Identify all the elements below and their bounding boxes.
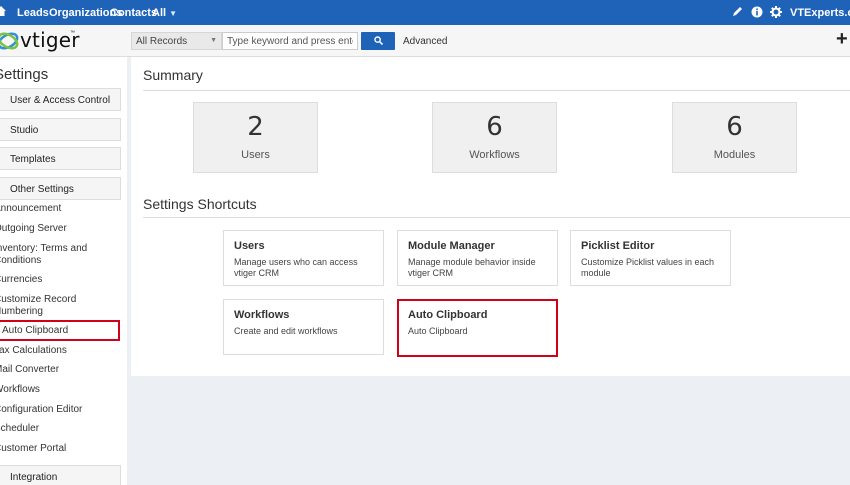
shortcut-title: Auto Clipboard: [408, 309, 488, 321]
stat-card-users[interactable]: 2 Users: [193, 102, 318, 173]
sidebar-item-announcement[interactable]: Announcement: [0, 203, 118, 215]
sidebar-item-outgoing-server[interactable]: Outgoing Server: [0, 223, 118, 235]
sidebar-section-other-settings[interactable]: Other Settings: [0, 177, 121, 200]
shortcut-title: Workflows: [234, 309, 290, 321]
shortcut-card-module-manager[interactable]: Module Manager Manage module behavior in…: [397, 230, 558, 286]
settings-main-panel: Summary 2 Users 6 Workflows 6 Modules Se…: [131, 57, 850, 376]
sidebar-item-tax-calculations[interactable]: Tax Calculations: [0, 345, 118, 357]
header-bar: vtiger ™ All Records ▼ Advanced +: [0, 25, 850, 57]
stat-label: Modules: [713, 149, 756, 161]
user-menu[interactable]: VTExperts.com: [790, 7, 850, 19]
nav-leads[interactable]: Leads: [17, 7, 49, 19]
chevron-down-icon: ▼: [169, 9, 177, 18]
sidebar-item-auto-clipboard[interactable]: Auto Clipboard: [0, 320, 120, 341]
sidebar-section-studio[interactable]: Studio: [0, 118, 121, 141]
sidebar-section-user-access[interactable]: User & Access Control: [0, 88, 121, 111]
shortcut-description: Auto Clipboard: [408, 326, 468, 336]
stat-value: 6: [726, 112, 743, 142]
caret-down-icon: ▼: [210, 37, 217, 44]
search-button[interactable]: [361, 32, 395, 50]
shortcut-description: Manage module behavior inside vtiger CRM: [408, 257, 536, 278]
summary-divider: [143, 90, 850, 91]
advanced-search-link[interactable]: Advanced: [403, 36, 447, 47]
info-icon[interactable]: [751, 6, 763, 18]
shortcut-description: Manage users who can access vtiger CRM: [234, 257, 358, 278]
sidebar-item-scheduler[interactable]: Scheduler: [0, 423, 118, 435]
shortcut-description: Create and edit workflows: [234, 326, 338, 336]
records-filter-value: All Records: [136, 36, 188, 47]
shortcut-card-auto-clipboard[interactable]: Auto Clipboard Auto Clipboard: [397, 299, 558, 357]
stat-label: Workflows: [469, 149, 520, 161]
pen-icon[interactable]: [731, 6, 743, 18]
shortcut-title: Users: [234, 240, 265, 252]
shortcut-card-users[interactable]: Users Manage users who can access vtiger…: [223, 230, 384, 286]
sidebar-item-currencies[interactable]: Currencies: [0, 274, 118, 286]
summary-title: Summary: [143, 67, 203, 83]
vtiger-logo-icon: [0, 32, 19, 50]
stat-label: Users: [241, 149, 270, 161]
sidebar-section-templates[interactable]: Templates: [0, 147, 121, 170]
shortcut-description: Customize Picklist values in each module: [581, 257, 715, 278]
logo-trademark: ™: [70, 30, 75, 36]
top-navbar: Leads Organizations Contacts All ▼ VTExpe…: [0, 0, 850, 25]
shortcut-title: Module Manager: [408, 240, 495, 252]
stat-value: 2: [247, 112, 264, 142]
search-icon: [374, 36, 383, 45]
sidebar-title: Settings: [0, 66, 49, 83]
sidebar-item-mail-converter[interactable]: Mail Converter: [0, 364, 118, 376]
nav-all-menu[interactable]: All ▼: [152, 7, 177, 19]
sidebar-item-configuration-editor[interactable]: Configuration Editor: [0, 404, 118, 416]
shortcuts-title: Settings Shortcuts: [143, 196, 257, 212]
shortcuts-divider: [143, 217, 850, 218]
add-button[interactable]: +: [836, 29, 848, 49]
sidebar-item-customer-portal[interactable]: Customer Portal: [0, 443, 118, 455]
sidebar-item-record-numbering[interactable]: Customize Record Numbering: [0, 294, 118, 318]
nav-contacts[interactable]: Contacts: [110, 7, 157, 19]
stat-card-workflows[interactable]: 6 Workflows: [432, 102, 557, 173]
settings-sidebar: Settings User & Access Control Studio Te…: [0, 57, 127, 485]
shortcut-title: Picklist Editor: [581, 240, 655, 252]
sidebar-item-terms-conditions[interactable]: Inventory: Terms and Conditions: [0, 243, 118, 267]
records-filter-select[interactable]: All Records ▼: [131, 32, 222, 50]
gear-icon[interactable]: [770, 6, 782, 18]
stat-card-modules[interactable]: 6 Modules: [672, 102, 797, 173]
sidebar-item-workflows[interactable]: Workflows: [0, 384, 118, 396]
shortcut-card-workflows[interactable]: Workflows Create and edit workflows: [223, 299, 384, 355]
stat-value: 6: [486, 112, 503, 142]
home-icon[interactable]: [0, 6, 6, 16]
nav-all-label: All: [152, 7, 167, 19]
sidebar-section-integration[interactable]: Integration: [0, 465, 121, 485]
search-input[interactable]: [222, 32, 358, 50]
shortcut-card-picklist-editor[interactable]: Picklist Editor Customize Picklist value…: [570, 230, 731, 286]
